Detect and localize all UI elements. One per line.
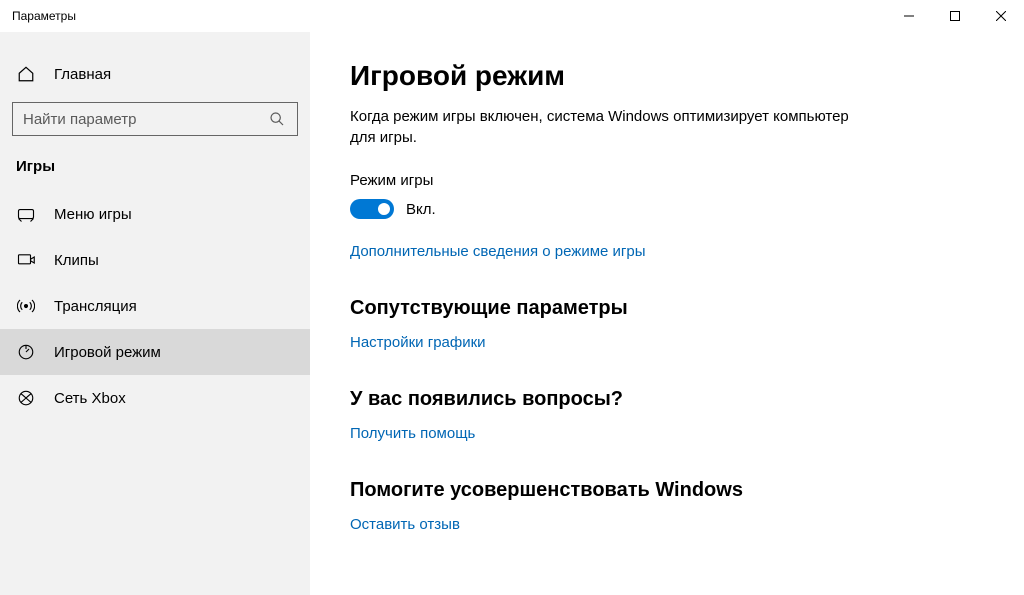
nav-item-label: Клипы bbox=[54, 252, 99, 269]
sidebar: Главная Игры Ме bbox=[0, 32, 310, 595]
home-label: Главная bbox=[54, 66, 111, 83]
body-area: Главная Игры Ме bbox=[0, 32, 1024, 595]
learn-more-link[interactable]: Дополнительные сведения о режиме игры bbox=[350, 243, 646, 260]
help-section: У вас появились вопросы? Получить помощь bbox=[350, 388, 984, 443]
nav-item-label: Меню игры bbox=[54, 206, 132, 223]
window-controls bbox=[886, 0, 1024, 32]
give-feedback-link[interactable]: Оставить отзыв bbox=[350, 516, 460, 533]
graphics-settings-link[interactable]: Настройки графики bbox=[350, 334, 486, 351]
nav-item-xbox-network[interactable]: Сеть Xbox bbox=[0, 375, 310, 421]
nav-item-label: Сеть Xbox bbox=[54, 390, 126, 407]
page-description: Когда режим игры включен, система Window… bbox=[350, 106, 850, 148]
captures-icon bbox=[16, 250, 36, 270]
page-title: Игровой режим bbox=[350, 60, 984, 92]
toggle-state-label: Вкл. bbox=[406, 201, 436, 218]
search-wrap bbox=[0, 94, 310, 136]
search-input[interactable] bbox=[23, 111, 267, 128]
related-section: Сопутствующие параметры Настройки график… bbox=[350, 297, 984, 352]
game-mode-icon bbox=[16, 342, 36, 362]
close-button[interactable] bbox=[978, 0, 1024, 32]
search-icon bbox=[267, 109, 287, 129]
nav-item-game-mode[interactable]: Игровой режим bbox=[0, 329, 310, 375]
nav-list: Меню игры Клипы bbox=[0, 191, 310, 421]
xbox-icon bbox=[16, 388, 36, 408]
home-nav[interactable]: Главная bbox=[0, 54, 310, 94]
window-title: Параметры bbox=[12, 9, 886, 23]
nav-item-label: Трансляция bbox=[54, 298, 137, 315]
toggle-row: Вкл. bbox=[350, 199, 984, 219]
nav-item-game-bar[interactable]: Меню игры bbox=[0, 191, 310, 237]
titlebar: Параметры bbox=[0, 0, 1024, 32]
game-mode-setting-label: Режим игры bbox=[350, 172, 984, 189]
game-bar-icon bbox=[16, 204, 36, 224]
nav-item-broadcasting[interactable]: Трансляция bbox=[0, 283, 310, 329]
nav-item-label: Игровой режим bbox=[54, 344, 161, 361]
search-box[interactable] bbox=[12, 102, 298, 136]
feedback-title: Помогите усовершенствовать Windows bbox=[350, 479, 984, 502]
category-label: Игры bbox=[0, 136, 310, 191]
game-mode-toggle[interactable] bbox=[350, 199, 394, 219]
feedback-section: Помогите усовершенствовать Windows Остав… bbox=[350, 479, 984, 534]
broadcasting-icon bbox=[16, 296, 36, 316]
home-icon bbox=[16, 64, 36, 84]
maximize-button[interactable] bbox=[932, 0, 978, 32]
minimize-button[interactable] bbox=[886, 0, 932, 32]
content: Игровой режим Когда режим игры включен, … bbox=[310, 32, 1024, 595]
get-help-link[interactable]: Получить помощь bbox=[350, 425, 475, 442]
help-title: У вас появились вопросы? bbox=[350, 388, 984, 411]
nav-item-captures[interactable]: Клипы bbox=[0, 237, 310, 283]
related-title: Сопутствующие параметры bbox=[350, 297, 984, 320]
